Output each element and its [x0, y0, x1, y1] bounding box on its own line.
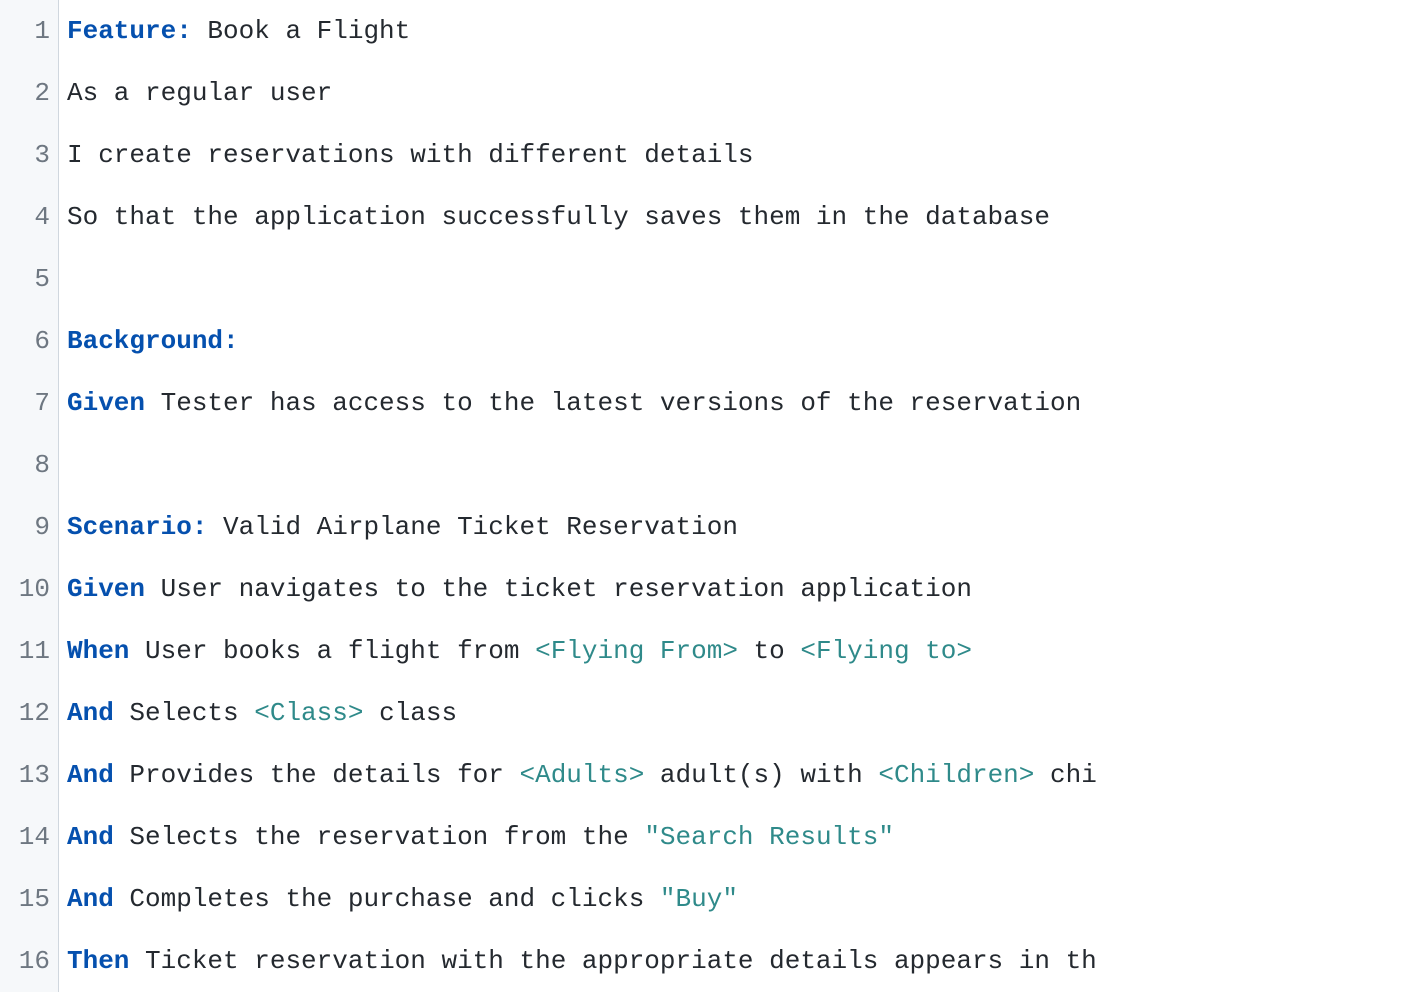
code-line: When User books a flight from <Flying Fr… — [59, 620, 1412, 682]
code-token-param: <Children> — [878, 760, 1034, 790]
code-token-plain: Selects the reservation from the — [114, 822, 645, 852]
line-number: 7 — [6, 372, 50, 434]
code-token-keyword: Background: — [67, 326, 239, 356]
code-line: So that the application successfully sav… — [59, 186, 1412, 248]
line-number: 3 — [6, 124, 50, 186]
code-token-plain: As a regular user — [67, 78, 332, 108]
code-line: Then Ticket reservation with the appropr… — [59, 930, 1412, 992]
line-number: 4 — [6, 186, 50, 248]
line-number: 15 — [6, 868, 50, 930]
code-container: 12345678910111213141516 Feature: Book a … — [0, 0, 1412, 992]
code-token-plain: class — [363, 698, 457, 728]
code-token-plain: User books a flight from — [129, 636, 535, 666]
code-token-plain: Provides the details for — [114, 760, 520, 790]
code-line: And Provides the details for <Adults> ad… — [59, 744, 1412, 806]
line-number: 11 — [6, 620, 50, 682]
code-token-string: "Search Results" — [644, 822, 894, 852]
code-line: Background: — [59, 310, 1412, 372]
code-token-string: "Buy" — [660, 884, 738, 914]
code-token-keyword: And — [67, 698, 114, 728]
code-line — [59, 248, 1412, 310]
code-token-keyword: Given — [67, 574, 145, 604]
code-line: Given User navigates to the ticket reser… — [59, 558, 1412, 620]
code-token-param: <Flying to> — [800, 636, 972, 666]
code-content: Feature: Book a Flight As a regular user I… — [58, 0, 1412, 992]
line-number: 14 — [6, 806, 50, 868]
code-line: And Completes the purchase and clicks "B… — [59, 868, 1412, 930]
code-token-plain: So that the application successfully sav… — [67, 202, 1050, 232]
code-token-param: <Flying From> — [535, 636, 738, 666]
code-token-plain: I create reservations with different det… — [67, 140, 754, 170]
code-token-plain: Selects — [114, 698, 254, 728]
line-number: 13 — [6, 744, 50, 806]
line-number-gutter: 12345678910111213141516 — [0, 0, 58, 992]
code-token-plain: to — [738, 636, 800, 666]
code-token-plain: Book a Flight — [192, 16, 410, 46]
code-token-keyword: Feature: — [67, 16, 192, 46]
code-line: And Selects the reservation from the "Se… — [59, 806, 1412, 868]
code-token-plain: Completes the purchase and clicks — [114, 884, 660, 914]
code-line: I create reservations with different det… — [59, 124, 1412, 186]
code-token-plain: Ticket reservation with the appropriate … — [129, 946, 1096, 976]
code-line: And Selects <Class> class — [59, 682, 1412, 744]
code-line: Feature: Book a Flight — [59, 0, 1412, 62]
line-number: 2 — [6, 62, 50, 124]
code-token-keyword: And — [67, 760, 114, 790]
line-number: 12 — [6, 682, 50, 744]
line-number: 9 — [6, 496, 50, 558]
code-line: As a regular user — [59, 62, 1412, 124]
code-line: Scenario: Valid Airplane Ticket Reservat… — [59, 496, 1412, 558]
line-number: 5 — [6, 248, 50, 310]
code-token-keyword: Given — [67, 388, 145, 418]
code-line — [59, 434, 1412, 496]
code-token-plain: Tester has access to the latest versions… — [145, 388, 1081, 418]
line-number: 10 — [6, 558, 50, 620]
code-token-param: <Class> — [254, 698, 363, 728]
code-token-keyword: And — [67, 884, 114, 914]
code-token-plain: adult(s) with — [644, 760, 878, 790]
line-number: 1 — [6, 0, 50, 62]
code-token-keyword: Scenario: — [67, 512, 207, 542]
code-token-plain: Valid Airplane Ticket Reservation — [207, 512, 738, 542]
line-number: 16 — [6, 930, 50, 992]
code-token-keyword: Then — [67, 946, 129, 976]
code-token-plain: User navigates to the ticket reservation… — [145, 574, 972, 604]
code-token-keyword: And — [67, 822, 114, 852]
line-number: 8 — [6, 434, 50, 496]
code-token-keyword: When — [67, 636, 129, 666]
code-line: Given Tester has access to the latest ve… — [59, 372, 1412, 434]
line-number: 6 — [6, 310, 50, 372]
code-token-param: <Adults> — [519, 760, 644, 790]
code-token-plain: chi — [1034, 760, 1096, 790]
